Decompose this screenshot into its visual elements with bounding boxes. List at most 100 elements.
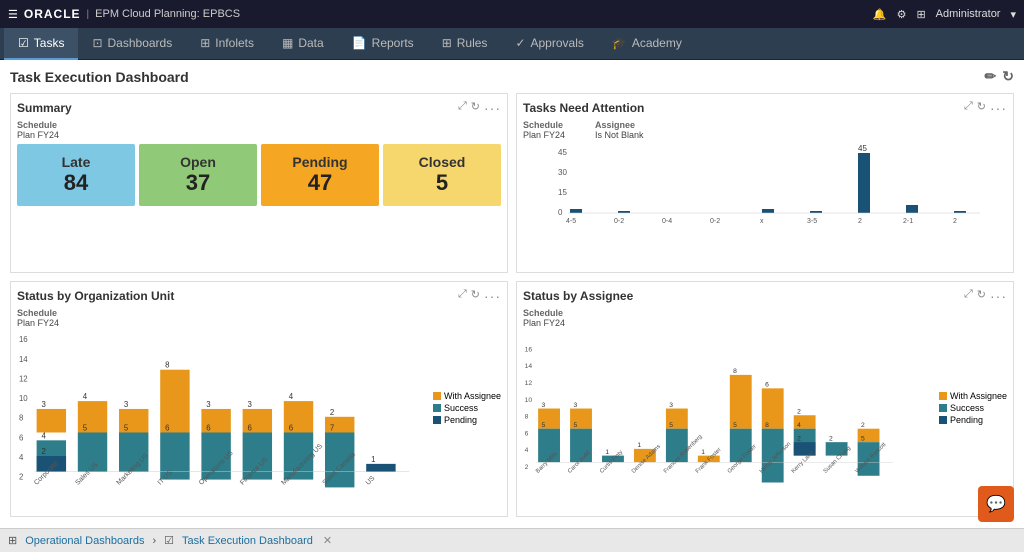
svg-text:6: 6 <box>206 424 211 433</box>
chat-icon: 💬 <box>986 494 1006 514</box>
refresh-icon[interactable]: ↻ <box>1002 68 1014 85</box>
tasks-schedule-label: Schedule <box>523 120 565 130</box>
top-bar-right: 🔔 ⚙ ⊞ Administrator ▾ <box>873 8 1016 21</box>
svg-text:8: 8 <box>165 361 170 370</box>
tab-dashboards[interactable]: ⊡ Dashboards <box>78 28 186 60</box>
edit-icon[interactable]: ✏ <box>985 68 997 85</box>
settings-icon[interactable]: ⚙ <box>897 8 907 21</box>
summary-panel: Summary ⤢ ↻ ··· Schedule Plan FY24 Late … <box>10 93 508 273</box>
tasks-schedule-value: Plan FY24 <box>523 130 565 140</box>
status-assignee-icons: ⤢ ↻ ··· <box>964 288 1007 304</box>
svg-text:2: 2 <box>797 435 801 442</box>
footer-active-tab[interactable]: Task Execution Dashboard <box>182 535 313 547</box>
more-options-assignee[interactable]: ··· <box>990 288 1007 304</box>
svg-text:5: 5 <box>669 422 673 429</box>
tasks-schedule: Schedule Plan FY24 <box>523 120 565 143</box>
svg-text:2: 2 <box>797 409 801 416</box>
svg-text:6: 6 <box>248 424 253 433</box>
tab-infolets[interactable]: ⊞ Infolets <box>186 28 268 60</box>
admin-label[interactable]: Administrator <box>936 8 1001 20</box>
org-chart-area: 16 14 12 10 8 6 4 2 3 4 2 <box>17 331 501 484</box>
dashboard-title-icons: ✏ ↻ <box>985 68 1014 85</box>
svg-text:1: 1 <box>637 442 641 449</box>
refresh-icon-tasks[interactable]: ↻ <box>977 100 986 116</box>
separator: | <box>87 9 90 20</box>
tasks-attention-chart: 45 30 15 0 45 <box>523 147 1007 237</box>
svg-text:12: 12 <box>525 380 533 387</box>
tasks-assignee: Assignee Is Not Blank <box>595 120 644 143</box>
tab-tasks[interactable]: ☑ Tasks <box>4 28 78 60</box>
oracle-logo: ORACLE <box>24 7 81 21</box>
refresh-icon-org[interactable]: ↻ <box>471 288 480 304</box>
grid-icon[interactable]: ⊞ <box>916 8 925 21</box>
status-org-panel: Status by Organization Unit ⤢ ↻ ··· Sche… <box>10 281 508 517</box>
svg-text:5: 5 <box>83 424 88 433</box>
svg-text:5: 5 <box>573 422 577 429</box>
legend-with-assignee: With Assignee <box>433 391 501 401</box>
org-bar-chart: 16 14 12 10 8 6 4 2 3 4 2 <box>17 331 429 481</box>
svg-text:0-4: 0-4 <box>662 218 672 225</box>
svg-text:x: x <box>760 218 764 225</box>
footer-close-tab[interactable]: ✕ <box>323 534 332 547</box>
legend-assignee-success-label: Success <box>950 403 984 413</box>
svg-text:6: 6 <box>19 433 24 442</box>
legend-assignee-pending: Pending <box>939 415 1007 425</box>
status-pending-value: 47 <box>308 170 332 196</box>
refresh-icon-summary[interactable]: ↻ <box>471 100 480 116</box>
bell-icon[interactable]: 🔔 <box>873 8 887 21</box>
legend-assignee-success: Success <box>939 403 1007 413</box>
legend-pending-dot <box>433 416 441 424</box>
svg-text:3: 3 <box>573 402 577 409</box>
more-options-org[interactable]: ··· <box>484 288 501 304</box>
svg-text:1: 1 <box>605 449 609 456</box>
legend-success: Success <box>433 403 501 413</box>
svg-text:6: 6 <box>525 430 529 437</box>
svg-text:10: 10 <box>525 397 533 404</box>
svg-text:0-2: 0-2 <box>710 218 720 225</box>
more-options-tasks[interactable]: ··· <box>990 100 1007 116</box>
svg-text:16: 16 <box>19 335 28 344</box>
legend-assignee-success-dot <box>939 404 947 412</box>
status-late: Late 84 <box>17 144 135 206</box>
summary-schedule-value: Plan FY24 <box>17 130 501 140</box>
assignee-chart-area: 16 14 12 10 8 6 4 2 3 5 <box>523 331 1007 484</box>
svg-text:3: 3 <box>124 400 129 409</box>
svg-text:45: 45 <box>558 148 567 157</box>
expand-icon[interactable]: ⤢ <box>458 100 467 116</box>
refresh-icon-assignee[interactable]: ↻ <box>977 288 986 304</box>
svg-text:4: 4 <box>289 392 294 401</box>
org-chart-legend: With Assignee Success Pending <box>433 331 501 484</box>
expand-icon-assignee[interactable]: ⤢ <box>964 288 973 304</box>
chat-button[interactable]: 💬 <box>978 486 1014 522</box>
svg-text:3: 3 <box>669 402 673 409</box>
legend-with-assignee-label: With Assignee <box>444 391 501 401</box>
legend-success-label: Success <box>444 403 478 413</box>
org-schedule-label: Schedule <box>17 308 501 318</box>
expand-icon-tasks[interactable]: ⤢ <box>964 100 973 116</box>
svg-text:3-5: 3-5 <box>807 218 817 225</box>
legend-assignee-pending-label: Pending <box>950 415 983 425</box>
svg-text:US: US <box>365 475 377 487</box>
assignee-chart-svg-wrapper: 16 14 12 10 8 6 4 2 3 5 <box>523 331 935 484</box>
tab-rules[interactable]: ⊞ Rules <box>428 28 502 60</box>
status-org-icons: ⤢ ↻ ··· <box>458 288 501 304</box>
svg-text:45: 45 <box>858 144 867 153</box>
app-name: EPM Cloud Planning: EPBCS <box>95 8 240 20</box>
dropdown-icon: ▾ <box>1010 8 1016 21</box>
more-options-summary[interactable]: ··· <box>484 100 501 116</box>
assignee-bar-chart: 16 14 12 10 8 6 4 2 3 5 <box>523 331 935 481</box>
hamburger-icon[interactable]: ☰ <box>8 8 18 21</box>
tab-reports[interactable]: 📄 Reports <box>338 28 428 60</box>
svg-text:8: 8 <box>19 414 24 423</box>
dashboard-title-row: Task Execution Dashboard ✏ ↻ <box>10 68 1014 85</box>
summary-panel-header: Summary ⤢ ↻ ··· <box>17 100 501 116</box>
tab-approvals[interactable]: ✓ Approvals <box>501 28 597 60</box>
expand-icon-org[interactable]: ⤢ <box>458 288 467 304</box>
tasks-attention-icons: ⤢ ↻ ··· <box>964 100 1007 116</box>
svg-text:4-5: 4-5 <box>566 218 576 225</box>
svg-text:1: 1 <box>701 449 705 456</box>
svg-text:15: 15 <box>558 188 567 197</box>
tab-data[interactable]: ▦ Data <box>268 28 338 60</box>
footer-operational-link[interactable]: Operational Dashboards <box>25 535 144 547</box>
tab-academy[interactable]: 🎓 Academy <box>598 28 696 60</box>
